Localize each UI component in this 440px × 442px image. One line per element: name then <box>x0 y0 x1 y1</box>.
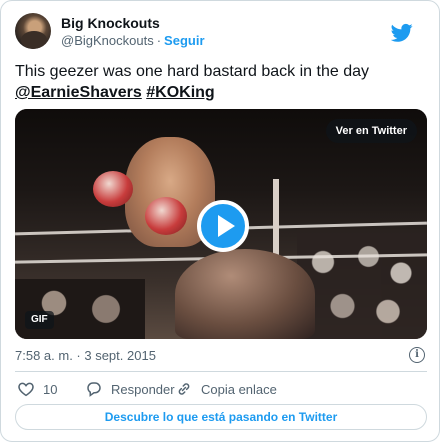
divider <box>15 371 427 372</box>
mention-link[interactable]: @EarnieShavers <box>15 84 142 101</box>
embedded-tweet-card: Big Knockouts @BigKnockouts · Seguir This … <box>0 0 440 442</box>
author-display-name[interactable]: Big Knockouts <box>61 14 205 32</box>
tweet-header: Big Knockouts @BigKnockouts · Seguir <box>15 13 427 53</box>
speech-bubble-icon <box>87 382 101 397</box>
gif-badge: GIF <box>25 311 54 329</box>
copy-link-button[interactable]: Copia enlace <box>175 378 277 400</box>
tweet-body: This geezer was one hard bastard back in… <box>15 63 369 80</box>
follow-link[interactable]: Seguir <box>164 33 204 48</box>
heart-icon <box>18 382 34 397</box>
play-button[interactable] <box>197 200 249 252</box>
like-count: 10 <box>43 381 58 397</box>
hashtag-link[interactable]: #KOKing <box>146 84 214 101</box>
copy-link-label: Copia enlace <box>201 381 277 397</box>
info-icon[interactable]: i <box>409 347 425 363</box>
author-info: Big Knockouts @BigKnockouts · Seguir <box>61 14 205 50</box>
reply-label: Responder <box>111 381 175 397</box>
avatar[interactable] <box>15 13 51 49</box>
tweet-text: This geezer was one hard bastard back in… <box>15 61 427 103</box>
discover-button[interactable]: Descubre lo que está pasando en Twitter <box>15 404 427 430</box>
link-icon <box>178 383 190 395</box>
reply-button[interactable]: Responder <box>85 378 175 400</box>
tweet-tags-line: @EarnieShavers #KOKing <box>15 82 427 103</box>
separator-dot: · <box>156 33 162 48</box>
tweet-actions: 10 Responder Copia enlace <box>15 378 427 400</box>
author-handle-line: @BigKnockouts · Seguir <box>61 32 205 50</box>
media-gif[interactable]: Ver en Twitter GIF <box>15 109 427 339</box>
like-button[interactable]: 10 <box>17 378 57 400</box>
tweet-meta: 7:58 a. m. · 3 sept. 2015 i <box>15 347 427 365</box>
view-on-twitter-button[interactable]: Ver en Twitter <box>325 119 417 143</box>
twitter-bird-icon[interactable] <box>391 23 413 43</box>
play-icon <box>218 215 235 237</box>
author-handle[interactable]: @BigKnockouts <box>61 33 154 48</box>
timestamp[interactable]: 7:58 a. m. · 3 sept. 2015 <box>15 348 156 363</box>
